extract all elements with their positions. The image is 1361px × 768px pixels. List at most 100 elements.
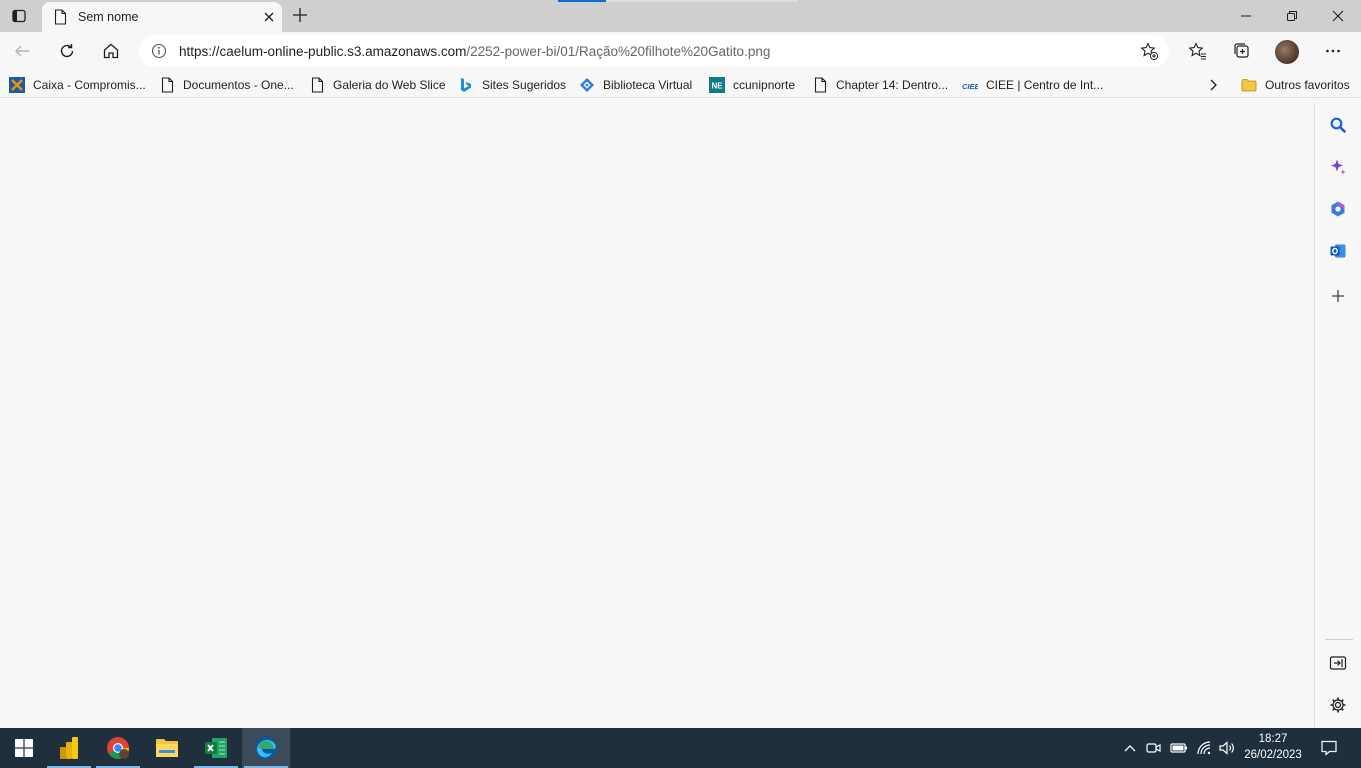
tray-network[interactable]: [1193, 728, 1215, 768]
favorite-item[interactable]: CIEE CIEE | Centro de Int...: [962, 74, 1103, 96]
refresh-icon: [60, 44, 74, 58]
windows-taskbar: 18:27 26/02/2023: [0, 728, 1361, 768]
home-button[interactable]: [97, 37, 125, 65]
notifications-button[interactable]: [1316, 728, 1342, 768]
minimize-button[interactable]: [1223, 0, 1269, 32]
taskbar-file-explorer[interactable]: [143, 728, 191, 768]
folder-icon: [1241, 77, 1257, 93]
minimize-icon: [1241, 15, 1251, 17]
battery-icon: [1170, 743, 1187, 753]
favorite-item[interactable]: Caixa - Compromis...: [9, 74, 146, 96]
ne-icon: NE: [709, 77, 725, 93]
star-add-icon: [1140, 42, 1159, 61]
sidebar-add-button[interactable]: [1325, 283, 1351, 309]
close-icon: [1332, 10, 1344, 22]
collections-button[interactable]: [1228, 37, 1256, 65]
url-path: /2252-power-bi/01/Ração%20filhote%20Gati…: [466, 43, 771, 59]
taskbar-edge[interactable]: [242, 728, 290, 768]
taskbar-excel[interactable]: [192, 728, 240, 768]
sidebar-copilot-button[interactable]: [1325, 154, 1351, 180]
sidebar-office-button[interactable]: [1325, 196, 1351, 222]
other-favorites-label: Outros favoritos: [1265, 78, 1350, 92]
favorites-star-icon: [1188, 42, 1206, 60]
tray-battery[interactable]: [1168, 728, 1190, 768]
more-favorites-button[interactable]: [1203, 74, 1223, 96]
sparkle-icon: [1331, 159, 1346, 175]
favorite-label: Galeria do Web Slice: [333, 78, 446, 92]
outlook-icon: [1330, 244, 1346, 258]
page-icon: [309, 77, 325, 93]
favorite-item[interactable]: NE ccunipnorte: [709, 74, 795, 96]
search-icon: [1330, 117, 1346, 133]
edge-sidebar: [1314, 102, 1361, 728]
collections-icon: [1234, 43, 1249, 58]
url-host: https://caelum-online-public.s3.amazonaw…: [179, 43, 467, 59]
show-hidden-icons-button[interactable]: [1120, 728, 1140, 768]
more-dots-icon: [1326, 49, 1340, 53]
add-favorite-button[interactable]: [1129, 35, 1169, 67]
site-info-icon[interactable]: [139, 35, 179, 67]
sidebar-settings-button[interactable]: [1325, 692, 1351, 718]
settings-more-button[interactable]: [1319, 37, 1347, 65]
power-bi-icon: [60, 737, 78, 759]
plus-icon: [293, 8, 307, 22]
favorite-item[interactable]: Sites Sugeridos: [458, 74, 566, 96]
new-tab-button[interactable]: [288, 3, 312, 27]
tab-active[interactable]: Sem nome: [42, 2, 282, 32]
speaker-icon: [1219, 741, 1234, 755]
address-bar[interactable]: https://caelum-online-public.s3.amazonaw…: [139, 35, 1169, 67]
gear-icon: [1330, 697, 1346, 713]
favorite-label: Biblioteca Virtual: [603, 78, 693, 92]
clock-date: 26/02/2023: [1244, 749, 1302, 761]
taskbar-chrome[interactable]: [94, 728, 142, 768]
tray-meet-now[interactable]: [1144, 728, 1164, 768]
url-text[interactable]: https://caelum-online-public.s3.amazonaw…: [179, 44, 1129, 59]
office-icon: [1331, 201, 1345, 217]
close-tab-button[interactable]: [256, 4, 282, 30]
favorite-label: Sites Sugeridos: [482, 78, 567, 92]
caixa-icon: [9, 77, 25, 93]
restore-button[interactable]: [1269, 0, 1315, 32]
bing-icon: [458, 77, 474, 93]
ciee-icon: CIEE: [962, 77, 978, 93]
refresh-button[interactable]: [53, 37, 81, 65]
profile-avatar[interactable]: [1275, 40, 1299, 64]
other-favorites-folder[interactable]: Outros favoritos: [1241, 74, 1350, 96]
page-loading-bar: [558, 0, 798, 2]
windows-logo-icon: [15, 739, 33, 757]
favorite-item[interactable]: Galeria do Web Slice: [309, 74, 446, 96]
tray-volume[interactable]: [1216, 728, 1238, 768]
favorite-item[interactable]: Chapter 14: Dentro...: [812, 74, 948, 96]
sidebar-divider: [1325, 639, 1353, 640]
favorites-button[interactable]: [1183, 37, 1211, 65]
ciee-icon-text: CIEE: [962, 82, 978, 91]
home-icon: [103, 43, 119, 59]
sidebar-outlook-button[interactable]: [1325, 238, 1351, 264]
back-button[interactable]: [8, 37, 36, 65]
chevron-right-icon: [1210, 79, 1217, 91]
restore-icon: [1287, 11, 1297, 21]
close-window-button[interactable]: [1315, 0, 1361, 32]
hide-sidebar-icon: [1329, 656, 1347, 670]
favorite-item[interactable]: Documentos - One...: [159, 74, 294, 96]
page-content[interactable]: [0, 102, 1314, 728]
start-button[interactable]: [0, 728, 48, 768]
favorite-item[interactable]: Biblioteca Virtual: [579, 74, 692, 96]
notification-icon: [1321, 740, 1337, 756]
taskbar-power-bi[interactable]: [45, 728, 93, 768]
page-icon: [54, 9, 68, 25]
wifi-icon: [1197, 741, 1211, 755]
clock-time: 18:27: [1258, 733, 1288, 745]
page-icon: [812, 77, 828, 93]
favorite-label: ccunipnorte: [733, 78, 796, 92]
sidebar-search-button[interactable]: [1325, 112, 1351, 138]
chevron-up-icon: [1124, 745, 1136, 752]
favorite-label: Chapter 14: Dentro...: [836, 78, 949, 92]
favorite-label: Caixa - Compromis...: [33, 78, 146, 92]
chrome-icon: [107, 737, 129, 759]
tab-actions-button[interactable]: [6, 4, 32, 28]
tab-title: Sem nome: [78, 10, 139, 24]
taskbar-clock[interactable]: 18:27 26/02/2023: [1236, 731, 1310, 765]
back-arrow-icon: [15, 45, 29, 57]
hide-sidebar-button[interactable]: [1325, 650, 1351, 676]
